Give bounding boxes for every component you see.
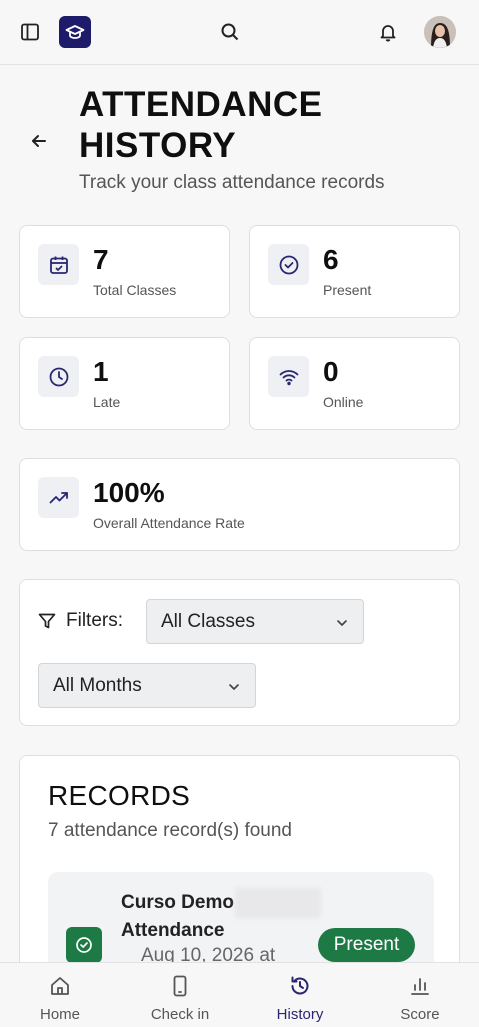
stat-value: 6 <box>323 244 339 275</box>
stat-value: 0 <box>323 356 339 387</box>
nav-history[interactable]: History <box>240 963 360 1027</box>
calendar-check-icon <box>38 244 79 285</box>
chevron-down-icon <box>227 678 241 700</box>
check-circle-icon <box>66 927 102 963</box>
chevron-down-icon <box>335 614 349 636</box>
overall-rate-card: 100% Overall Attendance Rate <box>19 458 460 551</box>
redacted-area <box>235 888 321 918</box>
page-title-line1: ATTENDANCE <box>79 85 323 124</box>
filters-card: Filters: All Classes All Months <box>19 579 460 726</box>
bottom-nav: Home Check in History Score <box>0 962 479 1027</box>
month-select-value: All Months <box>53 674 142 696</box>
back-arrow-icon[interactable] <box>26 128 52 154</box>
phone-icon <box>169 975 191 1002</box>
filter-icon <box>38 612 56 635</box>
class-select-value: All Classes <box>161 610 255 632</box>
class-select[interactable]: All Classes <box>146 599 364 644</box>
stat-label: Present <box>323 282 372 298</box>
records-count: 7 attendance record(s) found <box>48 820 292 841</box>
page-title: ATTENDANCE HISTORY <box>79 84 323 166</box>
top-bar <box>0 0 479 65</box>
bell-icon[interactable] <box>372 16 404 48</box>
page-subtitle: Track your class attendance records <box>79 172 385 193</box>
status-badge: Present <box>318 928 415 962</box>
trending-up-icon <box>38 477 79 518</box>
search-icon[interactable] <box>214 16 246 48</box>
stat-card-late: 1 Late <box>19 337 230 430</box>
nav-label: Score <box>400 1006 440 1023</box>
bar-chart-icon <box>409 975 431 1002</box>
stat-label: Late <box>93 394 121 410</box>
stat-card-online: 0 Online <box>249 337 460 430</box>
overall-rate-value: 100% <box>93 477 165 508</box>
overall-rate-label: Overall Attendance Rate <box>93 515 245 531</box>
stat-value: 7 <box>93 244 109 275</box>
nav-home[interactable]: Home <box>0 963 120 1027</box>
nav-label: Home <box>39 1006 80 1023</box>
history-icon <box>289 975 311 1002</box>
filters-label: Filters: <box>66 610 123 631</box>
sidebar-toggle-icon[interactable] <box>14 16 46 48</box>
graduation-cap-icon[interactable] <box>59 16 91 48</box>
check-circle-icon <box>268 244 309 285</box>
stat-card-present: 6 Present <box>249 225 460 318</box>
month-select[interactable]: All Months <box>38 663 256 708</box>
nav-check-in[interactable]: Check in <box>120 963 240 1027</box>
stat-value: 1 <box>93 356 109 387</box>
nav-label: History <box>276 1006 324 1023</box>
stat-label: Total Classes <box>93 282 177 298</box>
page-title-line2: HISTORY <box>79 126 237 165</box>
nav-label: Check in <box>150 1006 210 1023</box>
nav-score[interactable]: Score <box>360 963 479 1027</box>
wifi-icon <box>268 356 309 397</box>
stat-card-total-classes: 7 Total Classes <box>19 225 230 318</box>
records-title: RECORDS <box>48 780 191 811</box>
stat-label: Online <box>323 394 364 410</box>
avatar[interactable] <box>424 16 456 48</box>
home-icon <box>49 975 71 1002</box>
clock-icon <box>38 356 79 397</box>
